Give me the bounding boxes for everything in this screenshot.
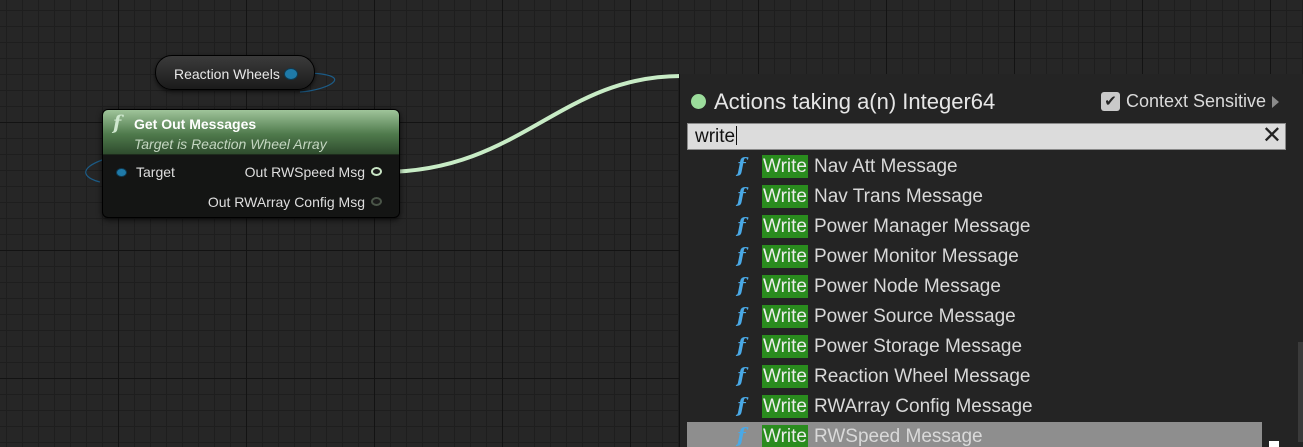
context-sensitive-label: Context Sensitive: [1126, 91, 1267, 111]
action-list-item[interactable]: f Write Nav Att Message: [687, 152, 1262, 182]
function-icon: f: [737, 423, 746, 447]
reaction-wheels-variable-node[interactable]: Reaction Wheels: [155, 55, 315, 90]
action-menu-title: Actions taking a(n) Integer64: [714, 89, 996, 114]
function-icon: f: [737, 213, 746, 237]
search-match-highlight: Write: [762, 395, 808, 418]
context-sensitive-checkbox[interactable]: ✔: [1101, 92, 1120, 111]
action-list-item[interactable]: f Write Power Monitor Message: [687, 242, 1262, 272]
search-match-highlight: Write: [762, 335, 808, 358]
integer64-type-icon: [691, 94, 706, 109]
action-item-label: Power Source Message: [814, 306, 1016, 327]
search-match-highlight: Write: [762, 245, 808, 268]
search-match-highlight: Write: [762, 365, 808, 388]
search-input[interactable]: write ✕: [687, 121, 1286, 150]
out-rwspeed-pin-label: Out RWSpeed Msg: [244, 164, 365, 180]
function-node-header: f Get Out Messages Target is Reaction Wh…: [103, 110, 399, 155]
search-match-highlight: Write: [762, 215, 808, 238]
action-item-label: Power Node Message: [814, 276, 1001, 297]
function-node-subtitle: Target is Reaction Wheel Array: [134, 136, 327, 152]
action-list-item[interactable]: f Write RWSpeed Message: [687, 422, 1262, 447]
variable-output-pin[interactable]: [284, 68, 298, 80]
action-list-item[interactable]: f Write Power Storage Message: [687, 332, 1262, 362]
clear-search-icon[interactable]: ✕: [1262, 121, 1282, 150]
function-icon: f: [737, 183, 746, 207]
action-item-label: Power Monitor Message: [814, 246, 1019, 267]
search-text: write: [695, 126, 738, 147]
action-item-label: RWSpeed Message: [814, 426, 983, 447]
out-rwarray-config-pin-label: Out RWArray Config Msg: [207, 194, 365, 210]
action-item-label: Nav Trans Message: [814, 186, 983, 207]
search-match-highlight: Write: [762, 425, 808, 447]
action-list-item[interactable]: f Write RWArray Config Message: [687, 392, 1262, 422]
execution-wire: [381, 74, 683, 174]
action-item-label: Nav Att Message: [814, 156, 958, 177]
function-icon: f: [113, 112, 122, 134]
target-input-pin[interactable]: [116, 168, 127, 177]
resize-grip[interactable]: [1269, 441, 1279, 447]
variable-node-label: Reaction Wheels: [174, 66, 280, 82]
expand-arrow-icon[interactable]: [1272, 96, 1279, 108]
action-item-label: Power Storage Message: [814, 336, 1023, 357]
search-match-highlight: Write: [762, 155, 808, 178]
function-icon: f: [737, 273, 746, 297]
target-pin-label: Target: [136, 164, 175, 180]
out-rwarray-config-output-pin[interactable]: [371, 197, 382, 206]
out-rwspeed-output-pin[interactable]: [371, 167, 382, 176]
scrollbar[interactable]: [1276, 152, 1288, 447]
function-icon: f: [737, 333, 746, 357]
action-list-item[interactable]: f Write Reaction Wheel Message: [687, 362, 1262, 392]
function-icon: f: [737, 393, 746, 417]
action-item-label: Reaction Wheel Message: [814, 366, 1031, 387]
get-out-messages-node[interactable]: f Get Out Messages Target is Reaction Wh…: [102, 109, 400, 218]
scrollbar-thumb[interactable]: [1298, 342, 1303, 442]
function-icon: f: [737, 153, 746, 177]
action-list: f Write Nav Att Message f Write Nav Trans Mes…: [687, 152, 1276, 447]
action-item-label: RWArray Config Message: [814, 396, 1033, 417]
function-node-title: Get Out Messages: [134, 116, 257, 132]
action-list-item[interactable]: f Write Power Node Message: [687, 272, 1262, 302]
search-match-highlight: Write: [762, 185, 808, 208]
function-icon: f: [737, 363, 746, 387]
function-icon: f: [737, 243, 746, 267]
action-list-item[interactable]: f Write Power Source Message: [687, 302, 1262, 332]
action-menu: Actions taking a(n) Integer64 ✔ Context …: [679, 74, 1303, 447]
function-icon: f: [737, 303, 746, 327]
action-list-item[interactable]: f Write Power Manager Message: [687, 212, 1262, 242]
action-item-label: Power Manager Message: [814, 216, 1031, 237]
action-list-item[interactable]: f Write Nav Trans Message: [687, 182, 1262, 212]
search-match-highlight: Write: [762, 275, 808, 298]
search-match-highlight: Write: [762, 305, 808, 328]
